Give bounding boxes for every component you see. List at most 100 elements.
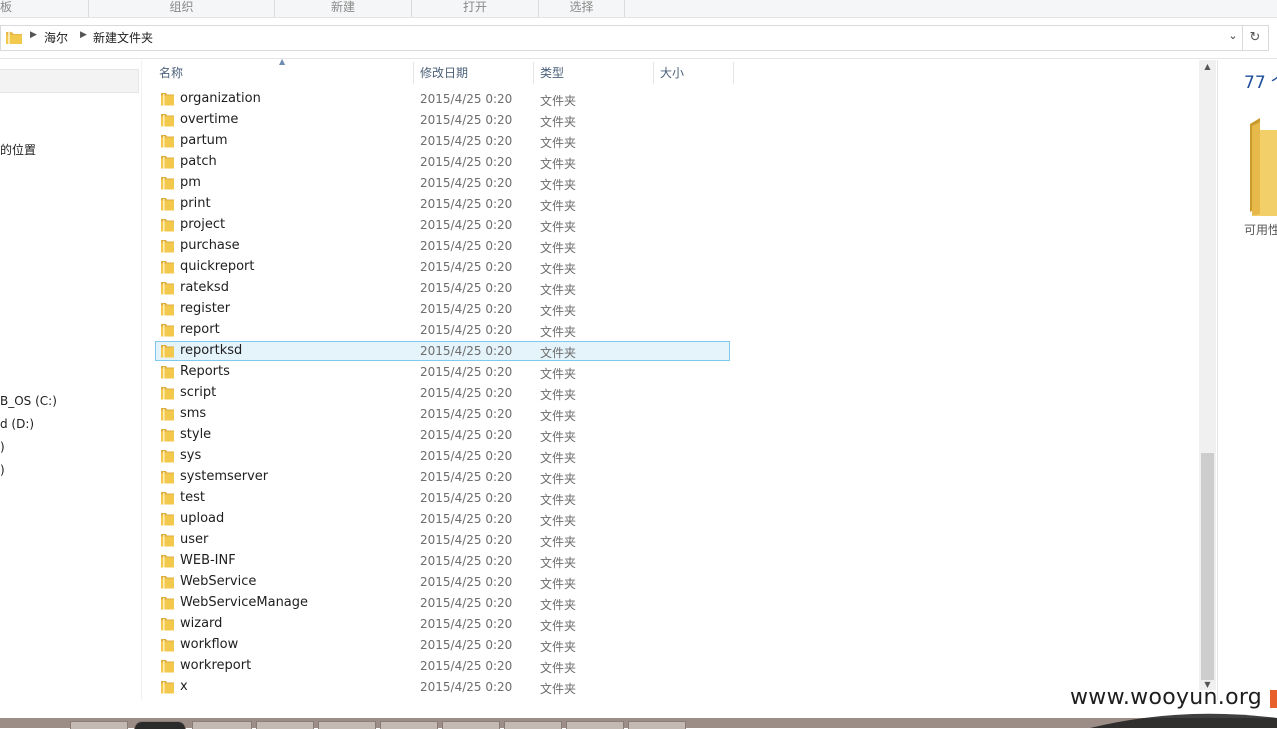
file-date: 2015/4/25 0:20 (420, 218, 513, 232)
file-date: 2015/4/25 0:20 (420, 533, 513, 547)
file-date: 2015/4/25 0:20 (420, 659, 513, 673)
file-type: 文件夹 (540, 598, 577, 612)
file-row[interactable]: WEB-INF 2015/4/25 0:20 文件夹 (155, 551, 730, 571)
folder-icon (160, 659, 175, 673)
file-row[interactable]: quickreport 2015/4/25 0:20 文件夹 (155, 257, 730, 277)
file-row[interactable]: rateksd 2015/4/25 0:20 文件夹 (155, 278, 730, 298)
folder-icon (160, 134, 175, 148)
file-date: 2015/4/25 0:20 (420, 554, 513, 568)
file-type: 文件夹 (540, 220, 577, 234)
column-divider[interactable] (733, 62, 734, 84)
nav-item-drive[interactable]: ) (0, 440, 5, 454)
file-row[interactable]: patch 2015/4/25 0:20 文件夹 (155, 152, 730, 172)
file-date: 2015/4/25 0:20 (420, 596, 513, 610)
file-name: register (180, 301, 231, 316)
file-type: 文件夹 (540, 535, 577, 549)
file-row[interactable]: user 2015/4/25 0:20 文件夹 (155, 530, 730, 550)
breadcrumb-item[interactable]: 海尔 (44, 29, 68, 46)
file-row[interactable]: wizard 2015/4/25 0:20 文件夹 (155, 614, 730, 634)
ribbon-group-label: 组织 (169, 0, 194, 14)
file-row[interactable]: partum 2015/4/25 0:20 文件夹 (155, 131, 730, 151)
file-row[interactable]: upload 2015/4/25 0:20 文件夹 (155, 509, 730, 529)
address-bar[interactable]: ▶ 海尔 ▶ 新建文件夹 ⌄ ↻ (0, 25, 1269, 51)
file-row[interactable]: overtime 2015/4/25 0:20 文件夹 (155, 110, 730, 130)
folder-icon (160, 155, 175, 169)
file-type: 文件夹 (540, 409, 577, 423)
file-name: systemserver (180, 469, 269, 484)
column-header-date[interactable]: 修改日期 (420, 62, 468, 84)
file-name: overtime (180, 112, 239, 127)
file-type: 文件夹 (540, 388, 577, 402)
column-divider[interactable] (413, 62, 414, 84)
column-header-type[interactable]: 类型 (540, 62, 564, 84)
ribbon-group-new[interactable]: 新建 (275, 0, 412, 17)
file-type: 文件夹 (540, 157, 577, 171)
file-row[interactable]: print 2015/4/25 0:20 文件夹 (155, 194, 730, 214)
chevron-down-icon[interactable]: ⌄ (1226, 29, 1240, 45)
column-divider[interactable] (653, 62, 654, 84)
file-row[interactable]: script 2015/4/25 0:20 文件夹 (155, 383, 730, 403)
nav-item-drive-d[interactable]: d (D:) (0, 417, 34, 431)
file-date: 2015/4/25 0:20 (420, 176, 513, 190)
nav-item-recent-places[interactable]: 的位置 (0, 141, 36, 158)
ribbon-group-open[interactable]: 打开 (412, 0, 539, 17)
file-name: upload (180, 511, 225, 526)
file-date: 2015/4/25 0:20 (420, 491, 513, 505)
column-divider[interactable] (533, 62, 534, 84)
folder-icon (160, 680, 175, 694)
file-row[interactable]: register 2015/4/25 0:20 文件夹 (155, 299, 730, 319)
file-row[interactable]: organization 2015/4/25 0:20 文件夹 (155, 89, 730, 109)
file-name: quickreport (180, 259, 255, 274)
file-name: pm (180, 175, 201, 190)
file-row[interactable]: Reports 2015/4/25 0:20 文件夹 (155, 362, 730, 382)
file-row[interactable]: WebService 2015/4/25 0:20 文件夹 (155, 572, 730, 592)
breadcrumb-item[interactable]: 新建文件夹 (93, 29, 153, 46)
file-date: 2015/4/25 0:20 (420, 323, 513, 337)
breadcrumb-separator-icon[interactable]: ▶ (30, 30, 37, 40)
file-date: 2015/4/25 0:20 (420, 302, 513, 316)
ribbon-group-select[interactable]: 选择 (539, 0, 625, 17)
nav-item-drive-c[interactable]: B_OS (C:) (0, 394, 57, 408)
scroll-up-icon[interactable]: ▲ (1199, 62, 1216, 76)
scrollbar-thumb[interactable] (1201, 453, 1214, 680)
vertical-scrollbar[interactable]: ▲ ▼ (1199, 60, 1216, 690)
file-row[interactable]: test 2015/4/25 0:20 文件夹 (155, 488, 730, 508)
ribbon-group-organize[interactable]: 组织 (89, 0, 275, 17)
file-row[interactable]: x 2015/4/25 0:20 文件夹 (155, 677, 730, 697)
file-row[interactable]: project 2015/4/25 0:20 文件夹 (155, 215, 730, 235)
file-type: 文件夹 (540, 262, 577, 276)
refresh-icon[interactable]: ↻ (1242, 26, 1267, 50)
file-date: 2015/4/25 0:20 (420, 344, 513, 358)
file-name: sys (180, 448, 202, 463)
file-row[interactable]: sms 2015/4/25 0:20 文件夹 (155, 404, 730, 424)
file-row[interactable]: report 2015/4/25 0:20 文件夹 (155, 320, 730, 340)
breadcrumb-separator-icon[interactable]: ▶ (80, 30, 87, 40)
file-type: 文件夹 (540, 514, 577, 528)
ribbon-group-label: 板 (0, 0, 13, 14)
file-name: workflow (180, 637, 239, 652)
nav-header (0, 69, 139, 93)
file-row[interactable]: WebServiceManage 2015/4/25 0:20 文件夹 (155, 593, 730, 613)
file-row[interactable]: sys 2015/4/25 0:20 文件夹 (155, 446, 730, 466)
file-date: 2015/4/25 0:20 (420, 92, 513, 106)
column-header-size[interactable]: 大小 (660, 62, 684, 84)
file-name: rateksd (180, 280, 229, 295)
ribbon-group-clipboard[interactable]: 板 (0, 0, 89, 17)
nav-item-drive[interactable]: ) (0, 463, 5, 477)
watermark-logo (1270, 690, 1277, 708)
file-name: purchase (180, 238, 240, 253)
ribbon-group-label: 选择 (569, 0, 594, 14)
file-row[interactable]: workflow 2015/4/25 0:20 文件夹 (155, 635, 730, 655)
folder-icon (160, 491, 175, 505)
file-type: 文件夹 (540, 661, 577, 675)
file-row[interactable]: purchase 2015/4/25 0:20 文件夹 (155, 236, 730, 256)
file-date: 2015/4/25 0:20 (420, 113, 513, 127)
folder-icon (160, 260, 175, 274)
sort-ascending-icon: ▲ (279, 57, 286, 66)
file-row[interactable]: workreport 2015/4/25 0:20 文件夹 (155, 656, 730, 676)
column-header-name[interactable]: 名称 (159, 62, 183, 84)
file-row[interactable]: pm 2015/4/25 0:20 文件夹 (155, 173, 730, 193)
file-row[interactable]: systemserver 2015/4/25 0:20 文件夹 (155, 467, 730, 487)
file-row[interactable]: style 2015/4/25 0:20 文件夹 (155, 425, 730, 445)
file-row[interactable]: reportksd 2015/4/25 0:20 文件夹 (155, 341, 730, 361)
